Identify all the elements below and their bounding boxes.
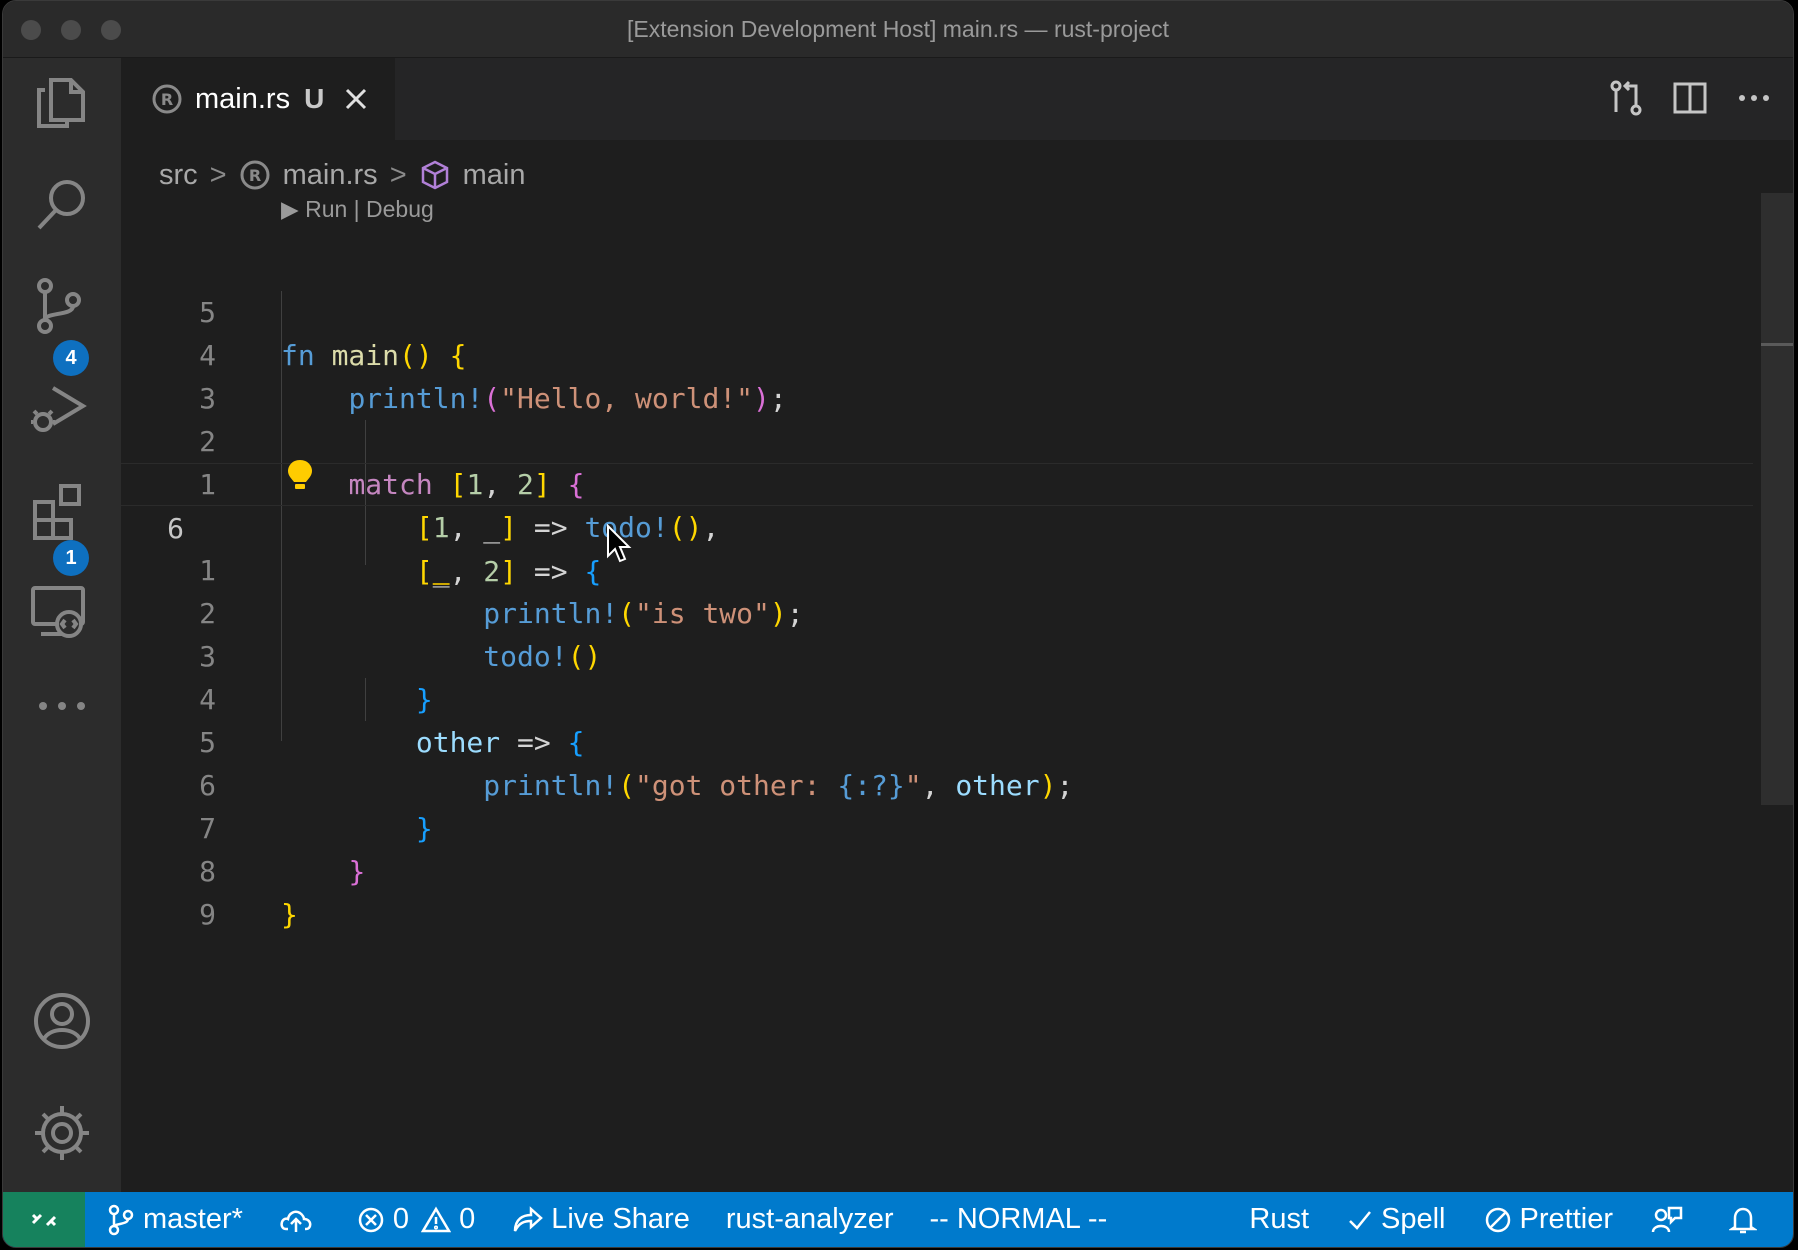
git-branch-icon	[108, 1204, 134, 1235]
editor-actions	[1607, 78, 1773, 118]
svg-text:R: R	[161, 90, 173, 109]
git-branch-label: master*	[143, 1203, 243, 1235]
code-line-current: 6 [_, 2] => {	[121, 463, 1753, 588]
live-share-label: Live Share	[551, 1203, 690, 1235]
remote-explorer-icon[interactable]	[27, 578, 97, 648]
tab-bar: R main.rs U	[121, 58, 1793, 140]
run-debug-icon[interactable]	[27, 374, 97, 444]
sync-item[interactable]	[279, 1205, 321, 1235]
window-title: [Extension Development Host] main.rs — r…	[627, 16, 1169, 42]
prettier-disabled-icon	[1485, 1207, 1510, 1232]
source-control-icon[interactable]	[27, 272, 97, 342]
open-changes-icon[interactable]	[1607, 78, 1645, 118]
explorer-icon[interactable]	[27, 68, 97, 138]
editor-area: R main.rs U src > R main.rs > main ▶ Run…	[121, 58, 1793, 1192]
warning-count: 0	[459, 1203, 476, 1235]
problems-item[interactable]: 0 0	[357, 1203, 475, 1236]
vscode-window: [Extension Development Host] main.rs — r…	[2, 0, 1794, 1248]
search-icon[interactable]	[27, 170, 97, 240]
code-line: 8 }	[199, 855, 298, 931]
more-views-icon[interactable]	[27, 668, 97, 738]
vim-mode-item: -- NORMAL --	[929, 1203, 1108, 1235]
extensions-badge: 1	[53, 540, 89, 576]
bell-icon	[1729, 1207, 1757, 1233]
symbol-module-icon	[421, 160, 448, 190]
breadcrumb-symbol[interactable]: main	[463, 159, 526, 192]
svg-text:R: R	[248, 166, 260, 185]
codelens-run-debug[interactable]: ▶ Run | Debug	[281, 196, 434, 223]
code-line: 7 }	[199, 812, 366, 888]
cloud-upload-icon	[280, 1210, 312, 1232]
check-icon	[1349, 1210, 1371, 1230]
code-line: 1 println!("is two");	[199, 554, 804, 630]
warning-icon	[421, 1206, 452, 1232]
remote-icon	[31, 1213, 57, 1226]
activity-bar: 4 1	[3, 58, 121, 1192]
live-share-item[interactable]: Live Share	[511, 1203, 690, 1236]
code-line: 6 }	[199, 769, 433, 845]
notifications-item[interactable]	[1729, 1205, 1765, 1235]
tab-label: main.rs	[195, 82, 291, 115]
breadcrumb-separator: >	[209, 158, 227, 191]
breadcrumb-folder[interactable]: src	[159, 159, 198, 192]
code-line: 2 match [1, 2] {	[199, 425, 585, 501]
status-bar: master* 0 0 Live Share rust-analyzer -- …	[3, 1192, 1793, 1247]
code-line: 5 fn main() {	[199, 296, 467, 372]
title-bar: [Extension Development Host] main.rs — r…	[3, 1, 1793, 58]
editor-scrollbar[interactable]	[1761, 193, 1793, 805]
code-line: 5 println!("got other: {:?}", other);	[199, 726, 1074, 802]
code-editor[interactable]: 5 fn main() { 4 println!("Hello, world!"…	[121, 248, 1753, 931]
error-icon	[358, 1207, 384, 1232]
prettier-item[interactable]: Prettier	[1484, 1203, 1613, 1236]
git-branch-item[interactable]: master*	[107, 1203, 243, 1236]
code-line: 2 todo!()	[199, 597, 602, 673]
live-share-icon	[513, 1205, 544, 1232]
rust-file-icon: R	[240, 160, 270, 190]
accounts-icon[interactable]	[27, 986, 97, 1056]
more-actions-icon[interactable]	[1735, 78, 1773, 118]
code-line: 4 other => {	[199, 683, 585, 759]
tab-untracked-status: U	[304, 83, 325, 114]
breadcrumb: src > R main.rs > main	[159, 150, 525, 200]
code-line: 3	[199, 382, 216, 415]
source-control-badge: 4	[53, 340, 89, 376]
mouse-pointer-icon	[607, 524, 632, 563]
feedback-icon	[1651, 1206, 1683, 1232]
lightbulb-icon[interactable]	[285, 458, 315, 492]
close-icon[interactable]	[342, 85, 370, 113]
rust-file-icon: R	[152, 84, 182, 114]
extensions-icon[interactable]	[27, 476, 97, 546]
error-count: 0	[392, 1203, 410, 1235]
remote-indicator[interactable]	[3, 1192, 85, 1247]
breadcrumb-separator: >	[389, 158, 407, 191]
feedback-item[interactable]	[1651, 1205, 1691, 1235]
language-mode-item[interactable]: Rust	[1249, 1203, 1309, 1236]
code-line: 1 [1, _] => todo!(),	[199, 468, 720, 544]
tab-main-rs[interactable]: R main.rs U	[121, 58, 395, 140]
settings-gear-icon[interactable]	[27, 1098, 97, 1168]
split-editor-icon[interactable]	[1671, 78, 1709, 118]
code-line: 9	[199, 898, 216, 931]
scrollbar-cursor-marker	[1761, 343, 1793, 346]
code-line: 4 println!("Hello, world!");	[199, 339, 787, 415]
breadcrumb-file[interactable]: main.rs	[283, 159, 378, 192]
spell-item[interactable]: Spell	[1347, 1203, 1446, 1236]
rust-analyzer-item[interactable]: rust-analyzer	[726, 1203, 894, 1236]
code-line: 3 }	[199, 640, 433, 716]
